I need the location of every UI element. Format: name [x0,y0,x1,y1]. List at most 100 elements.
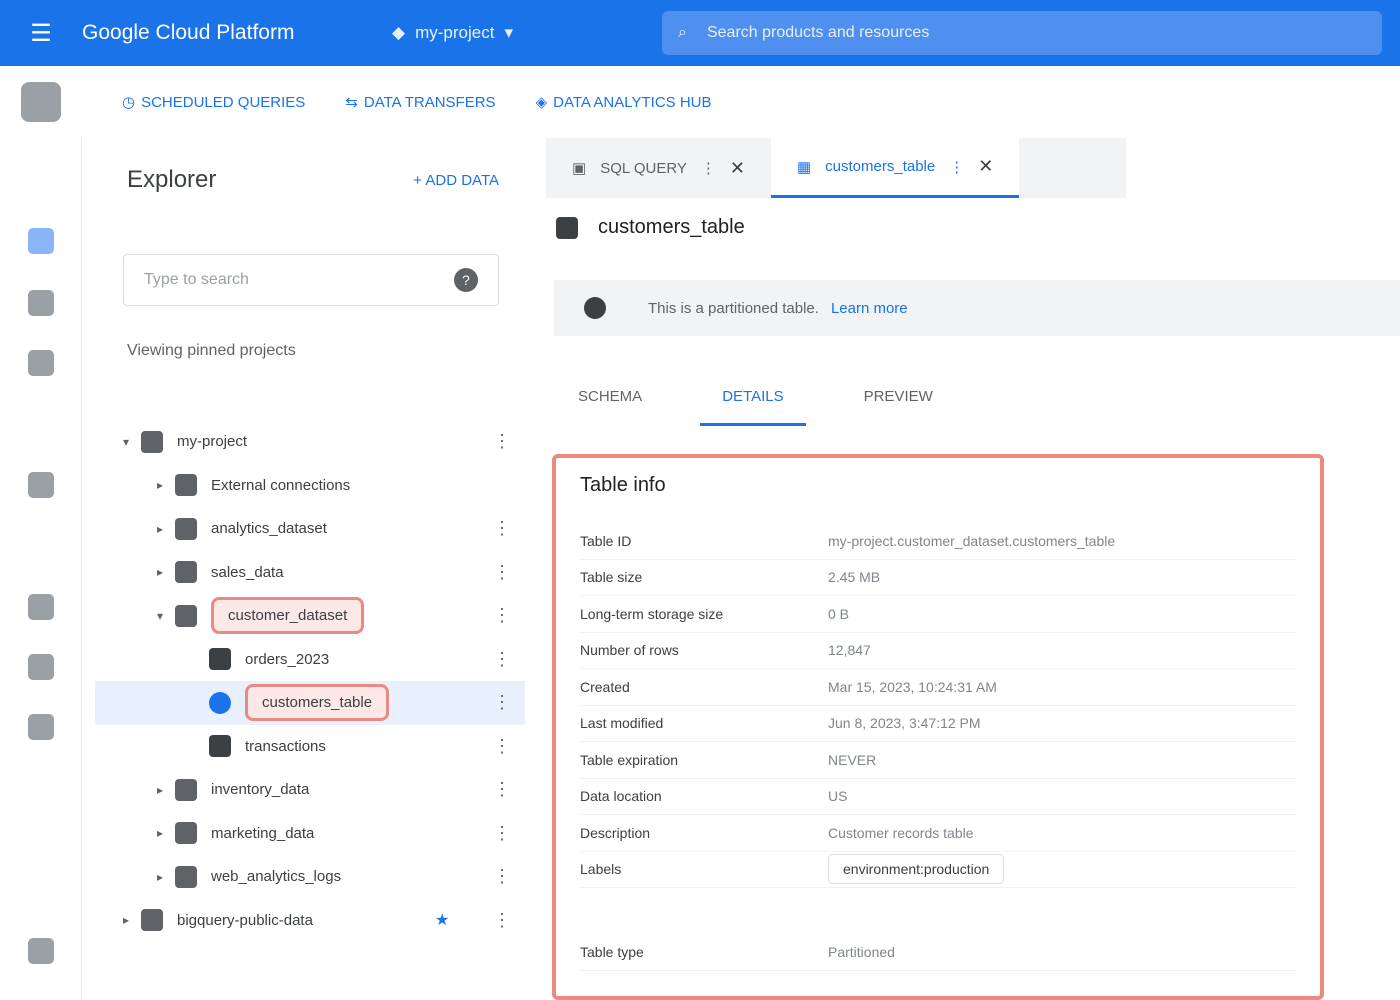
tree-item[interactable]: ▾ my-project ⋮ [95,420,525,464]
pinned-projects-toggle[interactable]: Viewing pinned projects [127,342,525,360]
history-nav-icon[interactable] [28,290,54,316]
search-nav-icon[interactable] [28,228,54,254]
tree-item-label: marketing_data [211,824,315,842]
table-icon [556,216,578,239]
learn-more-link[interactable]: Learn more [831,300,908,317]
chevron-right-icon[interactable]: ▸ [157,478,175,492]
info-row: Description Customer records table [580,815,1296,852]
table-info-heading: Table info [580,474,666,496]
tab-menu-icon[interactable]: ⋮ [701,159,716,177]
analytics-hub-link[interactable]: ◈ DATA ANALYTICS HUB [535,93,712,112]
explorer-search-input[interactable]: Type to search ? [123,254,499,306]
more-actions-icon[interactable]: ⋮ [493,910,511,931]
tab-details[interactable]: DETAILS [700,366,806,426]
reservations-nav-icon[interactable] [28,594,54,620]
editor-tabs: ▣ SQL QUERY ⋮ ✕ ▦ customers_table ⋮ ✕ [546,138,1126,198]
explorer-panel: Explorer + ADD DATA Type to search ? Vie… [95,138,525,1000]
info-key: Labels [580,861,622,878]
chevron-down-icon[interactable]: ▾ [157,609,175,623]
close-icon[interactable]: ✕ [730,158,745,179]
chevron-right-icon[interactable]: ▸ [157,522,175,536]
dataset-icon [175,474,197,497]
chevron-right-icon[interactable]: ▸ [157,565,175,579]
search-icon: ⌕ [678,24,687,41]
page-title: customers_table [598,216,745,238]
more-actions-icon[interactable]: ⋮ [493,605,511,626]
tree-item[interactable]: ▸ bigquery-public-data ★ ⋮ [95,899,525,943]
chevron-right-icon[interactable]: ▸ [157,826,175,840]
brand-title[interactable]: Google Cloud Platform [82,21,382,45]
info-key: Created [580,678,630,695]
chevron-right-icon[interactable]: ▸ [157,870,175,884]
tree-item-label: my-project [177,433,248,451]
close-icon[interactable]: ✕ [978,156,993,177]
labels-chip[interactable]: environment:production [828,854,1296,885]
schedule-nav-icon[interactable] [28,472,54,498]
more-actions-icon[interactable]: ⋮ [493,562,511,583]
settings-nav-icon[interactable] [28,714,54,740]
tree-item[interactable]: ▸ web_analytics_logs ⋮ [95,855,525,899]
tree-item[interactable]: ▾ customer_dataset ⋮ [95,594,525,638]
tree-item[interactable]: customers_table ⋮ [95,681,525,725]
tab-preview[interactable]: PREVIEW [842,366,955,426]
menu-icon[interactable]: ☰ [0,19,82,48]
info-row: Created Mar 15, 2023, 10:24:31 AM [580,669,1296,706]
info-value: 2.45 MB [828,569,881,586]
resource-tree: ▾ my-project ⋮ ▸ External connections ▸ analyt… [95,420,525,942]
info-value: my-project.customer_dataset.customers_ta… [828,532,1116,549]
info-key: Table type [580,943,644,960]
info-value: Customer records table [828,824,974,841]
info-key: Table size [580,569,643,586]
sub-bar: ◷ SCHEDULED QUERIES ⇆ DATA TRANSFERS ◈ DATA… [0,66,1400,138]
scheduled-queries-link[interactable]: ◷ SCHEDULED QUERIES [122,93,305,112]
chevron-down-icon[interactable]: ▾ [123,435,141,449]
chevron-right-icon[interactable]: ▸ [157,783,175,797]
tree-item[interactable]: orders_2023 ⋮ [95,638,525,682]
info-value: US [828,788,848,805]
tree-item[interactable]: ▸ inventory_data ⋮ [95,768,525,812]
info-value: Mar 15, 2023, 10:24:31 AM [828,678,997,695]
info-key: Number of rows [580,642,679,659]
tree-item-label: customers_table [245,684,390,722]
tree-item[interactable]: ▸ analytics_dataset ⋮ [95,507,525,551]
tree-item[interactable]: ▸ sales_data ⋮ [95,551,525,595]
tree-item[interactable]: transactions ⋮ [95,725,525,769]
more-actions-icon[interactable]: ⋮ [493,518,511,539]
data-transfers-link[interactable]: ⇆ DATA TRANSFERS [345,93,495,112]
tab-menu-icon[interactable]: ⋮ [949,158,964,176]
info-row: Number of rows 12,847 [580,633,1296,669]
info-value: Jun 8, 2023, 3:47:12 PM [828,715,981,732]
tree-item-label: customer_dataset [211,597,365,635]
add-data-button[interactable]: + ADD DATA [413,172,499,189]
more-actions-icon[interactable]: ⋮ [493,692,511,713]
project-name: my-project [415,23,495,42]
project-selector[interactable]: ◆ my-project ▾ [382,23,632,43]
bigquery-logo-icon [0,82,82,122]
tree-item[interactable]: ▸ marketing_data ⋮ [95,812,525,856]
info-value: 0 B [828,605,850,622]
more-actions-icon[interactable]: ⋮ [493,649,511,670]
info-value: NEVER [828,751,877,768]
bi-engine-nav-icon[interactable] [28,654,54,680]
more-actions-icon[interactable]: ⋮ [493,866,511,887]
more-actions-icon[interactable]: ⋮ [493,779,511,800]
info-value: 12,847 [828,642,871,659]
more-actions-icon[interactable]: ⋮ [493,431,511,452]
tab-sql-query[interactable]: ▣ SQL QUERY ⋮ ✕ [546,138,771,198]
chevron-right-icon[interactable]: ▸ [123,913,141,927]
collapse-rail-icon[interactable] [28,938,54,964]
more-actions-icon[interactable]: ⋮ [493,736,511,757]
tab-schema[interactable]: SCHEMA [556,366,664,426]
more-actions-icon[interactable]: ⋮ [493,823,511,844]
transfers-nav-icon[interactable] [28,350,54,376]
help-icon[interactable]: ? [454,268,478,292]
top-bar: ☰ Google Cloud Platform ◆ my-project ▾ ⌕… [0,0,1400,66]
hub-icon: ◈ [535,94,548,111]
tree-item[interactable]: ▸ External connections [95,464,525,508]
info-key: Long-term storage size [580,605,724,622]
search-bar[interactable]: ⌕ Search products and resources [662,11,1382,55]
pin-icon[interactable]: ★ [435,910,449,930]
tree-item-label: web_analytics_logs [211,868,342,886]
dataset-icon [175,517,197,540]
tab-customers-table[interactable]: ▦ customers_table ⋮ ✕ [770,138,1020,198]
